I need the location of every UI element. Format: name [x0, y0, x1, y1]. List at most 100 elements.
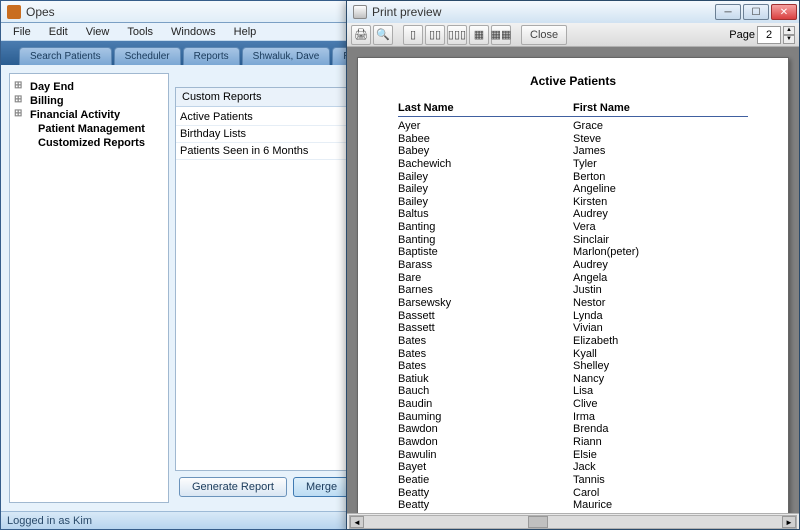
tab-3[interactable]: Shwaluk, Dave	[242, 47, 331, 65]
cell-first: Lisa	[573, 385, 748, 398]
cell-first: Grace	[573, 120, 748, 133]
horizontal-scrollbar[interactable]: ◄ ►	[349, 515, 797, 529]
cell-first: Justin	[573, 284, 748, 297]
maximize-button[interactable]: ☐	[743, 4, 769, 20]
cell-last: Baudin	[398, 398, 573, 411]
tab-0[interactable]: Search Patients	[19, 47, 112, 65]
tree-billing[interactable]: Billing	[14, 94, 164, 108]
cell-last: Bassett	[398, 310, 573, 323]
cell-last: Batiuk	[398, 373, 573, 386]
table-row: BeattyMaurice	[398, 499, 748, 512]
menu-file[interactable]: File	[5, 24, 39, 40]
cell-last: Baltus	[398, 208, 573, 221]
tree-day-end[interactable]: Day End	[14, 80, 164, 94]
tab-2[interactable]: Reports	[183, 47, 240, 65]
table-row: BaileyKirsten	[398, 196, 748, 209]
menu-help[interactable]: Help	[226, 24, 265, 40]
table-row: BarsewskyNestor	[398, 297, 748, 310]
tree-financial-activity[interactable]: Financial Activity	[14, 108, 164, 122]
tree-patient-management[interactable]: Patient Management	[14, 122, 164, 136]
preview-statusbar: ◄ ►	[347, 513, 799, 529]
cell-first: Angeline	[573, 183, 748, 196]
scroll-right-arrow[interactable]: ►	[782, 516, 796, 528]
minimize-button[interactable]: ─	[715, 4, 741, 20]
cell-first: Elsie	[573, 449, 748, 462]
cell-first: Nestor	[573, 297, 748, 310]
table-row: BaptisteMarlon(peter)	[398, 246, 748, 259]
table-row: BabeyJames	[398, 145, 748, 158]
table-row: BareAngela	[398, 272, 748, 285]
menu-view[interactable]: View	[78, 24, 118, 40]
cell-last: Beatty	[398, 487, 573, 500]
page-number-input[interactable]	[757, 26, 781, 44]
cell-first: Carol	[573, 487, 748, 500]
table-header: Last Name First Name	[398, 102, 748, 117]
preview-page: Active Patients Last Name First Name Aye…	[357, 57, 789, 513]
cell-first: James	[573, 145, 748, 158]
spin-up[interactable]: ▲	[783, 26, 795, 35]
cell-last: Bailey	[398, 183, 573, 196]
print-icon[interactable]: 🖨	[351, 25, 371, 45]
menu-tools[interactable]: Tools	[119, 24, 161, 40]
table-row: BaileyBerton	[398, 171, 748, 184]
cell-last: Bare	[398, 272, 573, 285]
table-row: BachewichTyler	[398, 158, 748, 171]
cell-last: Ayer	[398, 120, 573, 133]
table-row: BeattyDarren	[398, 512, 748, 513]
cell-last: Barnes	[398, 284, 573, 297]
six-page-icon[interactable]: ▦▦	[491, 25, 511, 45]
table-row: BaudinClive	[398, 398, 748, 411]
table-row: BayetJack	[398, 461, 748, 474]
generate-report-button[interactable]: Generate Report	[179, 477, 287, 497]
cell-last: Babey	[398, 145, 573, 158]
scroll-left-arrow[interactable]: ◄	[350, 516, 364, 528]
tab-1[interactable]: Scheduler	[114, 47, 181, 65]
merge-button[interactable]: Merge	[293, 477, 350, 497]
table-row: BatesElizabeth	[398, 335, 748, 348]
four-page-icon[interactable]: ▦	[469, 25, 489, 45]
cell-first: Kirsten	[573, 196, 748, 209]
one-page-icon[interactable]: ▯	[403, 25, 423, 45]
app-title: Opes	[26, 5, 55, 19]
table-row: BawdonRiann	[398, 436, 748, 449]
cell-first: Marlon(peter)	[573, 246, 748, 259]
cell-last: Babee	[398, 133, 573, 146]
close-button[interactable]: ✕	[771, 4, 797, 20]
cell-first: Clive	[573, 398, 748, 411]
cell-first: Angela	[573, 272, 748, 285]
menu-edit[interactable]: Edit	[41, 24, 76, 40]
preview-surface[interactable]: Active Patients Last Name First Name Aye…	[347, 47, 799, 513]
cell-first: Maurice	[573, 499, 748, 512]
zoom-icon[interactable]: 🔍	[373, 25, 393, 45]
toolbar-close-button[interactable]: Close	[521, 25, 567, 45]
table-row: BatesShelley	[398, 360, 748, 373]
window-buttons: ─ ☐ ✕	[713, 4, 797, 20]
cell-last: Banting	[398, 234, 573, 247]
menu-windows[interactable]: Windows	[163, 24, 224, 40]
cell-first: Berton	[573, 171, 748, 184]
table-row: BauchLisa	[398, 385, 748, 398]
three-page-icon[interactable]: ▯▯▯	[447, 25, 467, 45]
cell-last: Banting	[398, 221, 573, 234]
cell-first: Tannis	[573, 474, 748, 487]
page-spinner[interactable]: ▲▼	[783, 26, 795, 44]
preview-titlebar[interactable]: Print preview ─ ☐ ✕	[347, 1, 799, 23]
cell-first: Kyall	[573, 348, 748, 361]
table-row: BeattyCarol	[398, 487, 748, 500]
table-row: BassettLynda	[398, 310, 748, 323]
table-row: BarassAudrey	[398, 259, 748, 272]
table-row: BatesKyall	[398, 348, 748, 361]
cell-last: Bassett	[398, 322, 573, 335]
cell-first: Jack	[573, 461, 748, 474]
scroll-thumb[interactable]	[528, 516, 548, 528]
cell-last: Bauming	[398, 411, 573, 424]
col-first-name: First Name	[573, 102, 748, 114]
tree-customized-reports[interactable]: Customized Reports	[14, 136, 164, 150]
cell-last: Bailey	[398, 171, 573, 184]
col-last-name: Last Name	[398, 102, 573, 114]
two-page-icon[interactable]: ▯▯	[425, 25, 445, 45]
table-row: BatiukNancy	[398, 373, 748, 386]
cell-first: Irma	[573, 411, 748, 424]
spin-down[interactable]: ▼	[783, 35, 795, 44]
cell-first: Shelley	[573, 360, 748, 373]
